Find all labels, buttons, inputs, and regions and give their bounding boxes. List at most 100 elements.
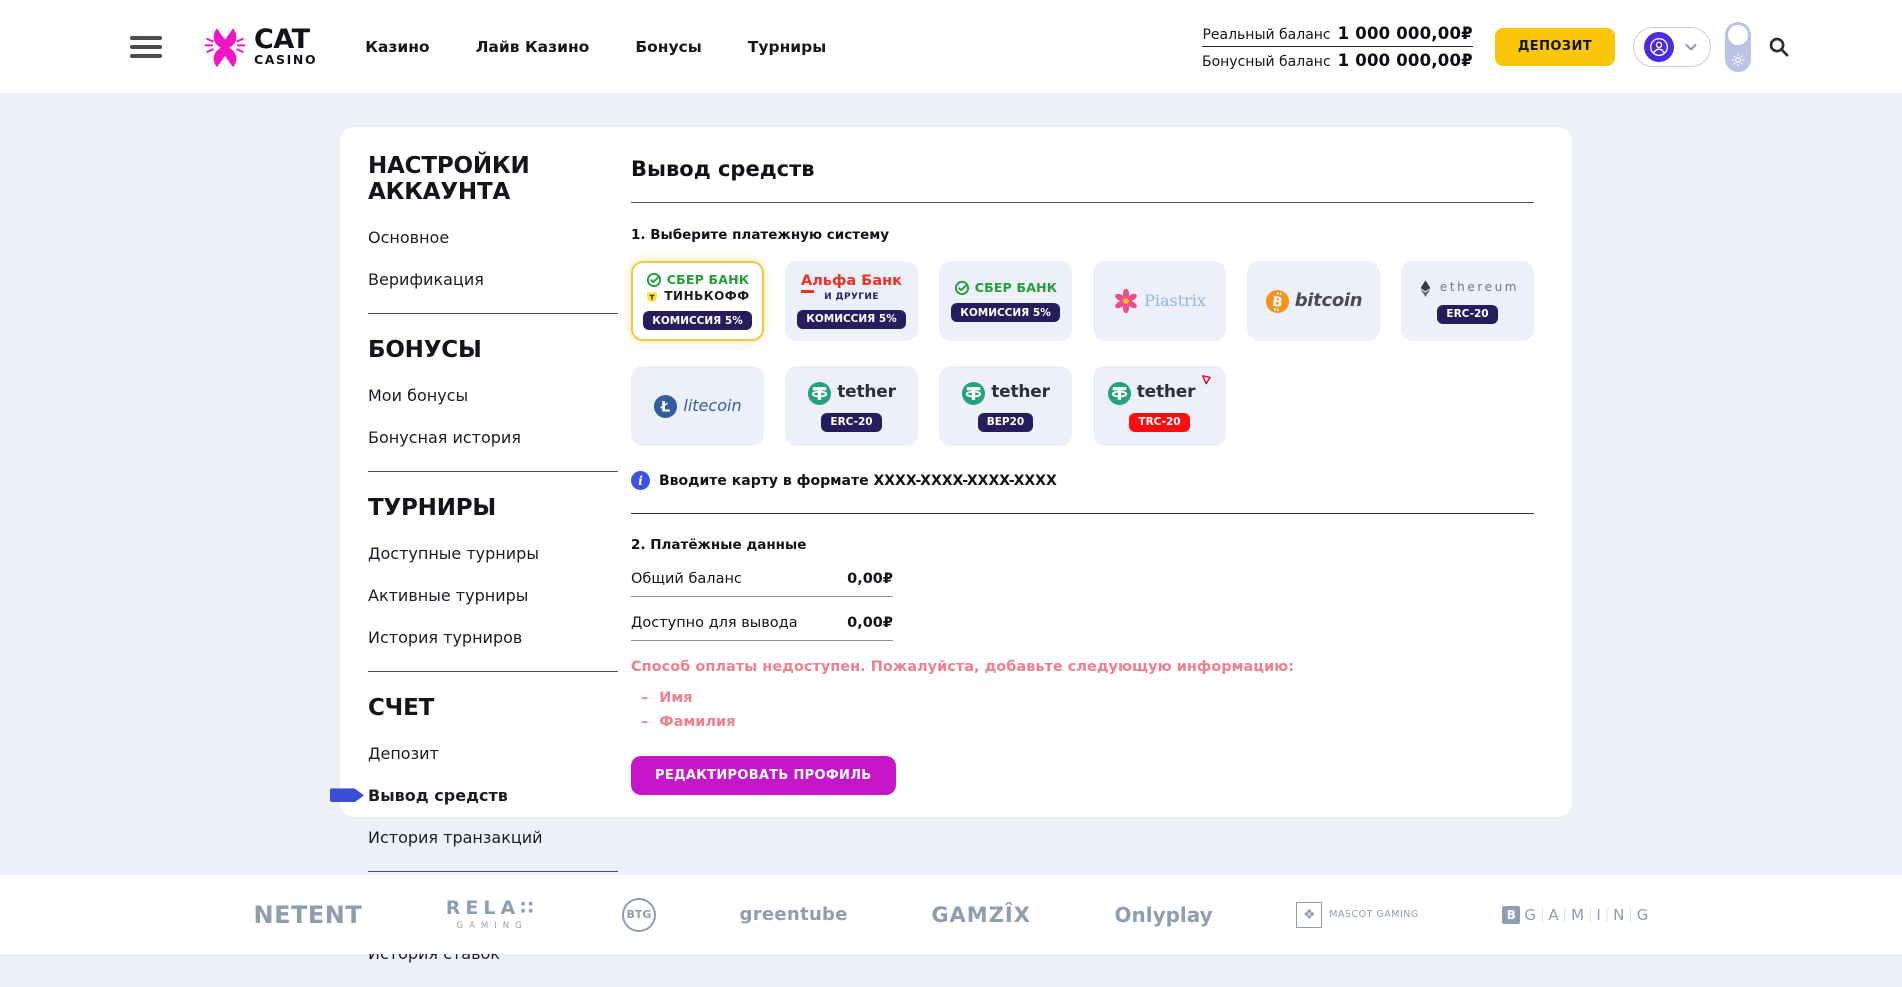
- method-badge: TRC-20: [1129, 413, 1189, 432]
- payment-balance-row: Доступно для вывода 0,00₽: [631, 615, 893, 641]
- topbar: CAT CASINO Казино Лайв Казино Бонусы Турнир…: [0, 0, 1902, 93]
- sidebar-section: ТУРНИРЫ Доступные турниры Активные турниры…: [368, 495, 618, 672]
- bitcoin-icon: B: [1265, 289, 1290, 314]
- sun-icon: [1730, 52, 1746, 68]
- theme-toggle[interactable]: [1725, 22, 1751, 72]
- info-icon: i: [631, 471, 650, 490]
- svg-text:Ł: Ł: [660, 399, 670, 415]
- payment-method-ethereum[interactable]: ethereum ERC-20: [1401, 261, 1534, 341]
- sidebar-item[interactable]: Депозит: [368, 744, 618, 763]
- sidebar-item[interactable]: Основное: [368, 228, 618, 247]
- sidebar-item[interactable]: Мои бонусы: [368, 386, 618, 405]
- cat-logo-icon: [204, 24, 246, 70]
- payment-method-label: tether: [1137, 383, 1196, 403]
- payment-method-piastrix[interactable]: Piastrix: [1093, 261, 1226, 341]
- balance-row: Бонусный баланс1 000 000,00₽: [1202, 47, 1473, 73]
- providers-footer: NETENTRELA∷GAMINGBTGgreentubeGAMZÎXOnlyp…: [0, 875, 1902, 954]
- missing-field: Фамилия: [641, 711, 1534, 735]
- payment-method-bitcoin[interactable]: Bbitcoin: [1247, 261, 1380, 341]
- payment-method-tether-trc20[interactable]: tether TRC-20: [1093, 366, 1226, 446]
- piastrix-flower-icon: [1113, 288, 1139, 314]
- sidebar-item[interactable]: История транзакций: [368, 828, 618, 847]
- sidebar-section-title: НАСТРОЙКИ АККАУНТА: [368, 153, 618, 205]
- provider-logo-netent: NETENT: [254, 901, 363, 929]
- logo-title: CAT: [254, 26, 317, 53]
- payment-balance-label: Доступно для вывода: [631, 615, 798, 631]
- payment-method-tether-erc20[interactable]: tetherERC-20: [785, 366, 918, 446]
- nav-item[interactable]: Турниры: [748, 38, 826, 56]
- account-menu[interactable]: [1633, 27, 1711, 67]
- sidebar-section-title: СЧЕТ: [368, 695, 618, 721]
- missing-field: Имя: [641, 687, 1534, 711]
- payment-balance-row: Общий баланс 0,00₽: [631, 571, 893, 597]
- chevron-down-icon: [1684, 40, 1698, 54]
- payment-method-label: СБЕР БАНК: [975, 281, 1057, 295]
- payment-method-label: ethereum: [1440, 281, 1519, 295]
- nav-item[interactable]: Лайв Казино: [476, 38, 590, 56]
- payment-method-label: tether: [837, 383, 896, 403]
- sidebar-section-title: ТУРНИРЫ: [368, 495, 618, 521]
- search-icon[interactable]: [1767, 35, 1790, 58]
- payment-method-sber-tinkoff[interactable]: СБЕР БАНК ТИНЬКОФФ КОМИССИЯ 5%: [631, 261, 764, 341]
- sidebar-item[interactable]: Вывод средств: [368, 786, 618, 805]
- payment-method-label: И ДРУГИЕ: [824, 292, 879, 302]
- payment-method-tether-bep20[interactable]: tetherBEP20: [939, 366, 1072, 446]
- main-nav: Казино Лайв Казино Бонусы Турниры: [365, 38, 826, 56]
- payment-balance-value: 0,00₽: [847, 615, 893, 631]
- balance-block: Реальный баланс 1 000 000,00₽ Бонусный бал…: [1202, 20, 1473, 73]
- info-row: i Вводите карту в формате XXXX-XXXX-XXXX…: [631, 471, 1534, 490]
- avatar: [1644, 32, 1674, 62]
- provider-logo-bgaming: BG|A|M|I|N|G: [1502, 906, 1648, 924]
- payment-method-litecoin[interactable]: Łlitecoin: [631, 366, 764, 446]
- sidebar-item[interactable]: История турниров: [368, 628, 618, 647]
- sidebar: НАСТРОЙКИ АККАУНТА Основное Верификация БОН…: [340, 127, 631, 817]
- account-card: НАСТРОЙКИ АККАУНТА Основное Верификация БОН…: [340, 127, 1572, 817]
- provider-logo-btg: BTG: [622, 898, 656, 932]
- sidebar-item[interactable]: Доступные турниры: [368, 544, 618, 563]
- ethereum-icon: [1416, 279, 1435, 298]
- missing-fields-list: ИмяФамилия: [631, 687, 1534, 735]
- mascot-gaming-icon: ❖: [1296, 902, 1322, 928]
- balance-row: Реальный баланс 1 000 000,00₽: [1202, 20, 1473, 47]
- tinkoff-shield-icon: [645, 290, 659, 304]
- step2-label: 2. Платёжные данные: [631, 537, 1534, 553]
- payment-method-label: litecoin: [683, 397, 741, 415]
- tether-icon: [961, 381, 986, 406]
- sidebar-item[interactable]: Бонусная история: [368, 428, 618, 447]
- withdraw-section: Вывод средств 1. Выберите платежную сист…: [631, 127, 1572, 817]
- provider-logo-onlyplay: Onlyplay: [1114, 903, 1212, 927]
- provider-logo-mascot-gaming: ❖MASCOT GAMING: [1296, 902, 1419, 928]
- payment-balance-value: 0,00₽: [847, 571, 893, 587]
- payment-method-label: ТИНЬКОФФ: [664, 290, 749, 304]
- payment-method-alfa-bank[interactable]: Альфа БанкИ ДРУГИЕКОМИССИЯ 5%: [785, 261, 918, 341]
- nav-item[interactable]: Казино: [365, 38, 429, 56]
- info-text: Вводите карту в формате XXXX-XXXX-XXXX-X…: [659, 473, 1057, 489]
- divider: [631, 202, 1534, 203]
- menu-button[interactable]: [130, 36, 162, 58]
- sidebar-item[interactable]: Верификация: [368, 270, 618, 289]
- edit-profile-button[interactable]: РЕДАКТИРОВАТЬ ПРОФИЛЬ: [631, 756, 896, 795]
- payment-method-label: Альфа Банк: [801, 273, 902, 290]
- sidebar-section-title: БОНУСЫ: [368, 337, 618, 363]
- payment-balance-label: Общий баланс: [631, 571, 742, 587]
- step1-label: 1. Выберите платежную систему: [631, 227, 1534, 243]
- sidebar-item[interactable]: Активные турниры: [368, 586, 618, 605]
- payment-method-sber[interactable]: СБЕР БАНККОМИССИЯ 5%: [939, 261, 1072, 341]
- provider-logo-relax-gaming: RELA∷GAMING: [446, 899, 539, 931]
- method-badge: ERC-20: [1437, 305, 1497, 324]
- sidebar-section: БОНУСЫ Мои бонусы Бонусная история: [368, 337, 618, 472]
- payment-methods: СБЕР БАНК ТИНЬКОФФ КОМИССИЯ 5% Альфа Банк И …: [631, 261, 1534, 446]
- logo[interactable]: CAT CASINO: [204, 24, 317, 70]
- balance-label: Бонусный баланс: [1202, 54, 1331, 70]
- method-badge: BEP20: [978, 413, 1033, 432]
- balance-label: Реальный баланс: [1202, 27, 1330, 43]
- divider: [631, 513, 1534, 514]
- tether-icon: [1107, 381, 1132, 406]
- payment-method-label: СБЕР БАНК: [667, 273, 749, 287]
- tether-icon: [807, 381, 832, 406]
- logo-subtitle: CASINO: [254, 54, 317, 67]
- nav-item[interactable]: Бонусы: [635, 38, 701, 56]
- method-badge: КОМИССИЯ 5%: [643, 311, 752, 330]
- deposit-button[interactable]: ДЕПОЗИТ: [1495, 28, 1615, 66]
- balance-value: 1 000 000,00₽: [1338, 24, 1473, 43]
